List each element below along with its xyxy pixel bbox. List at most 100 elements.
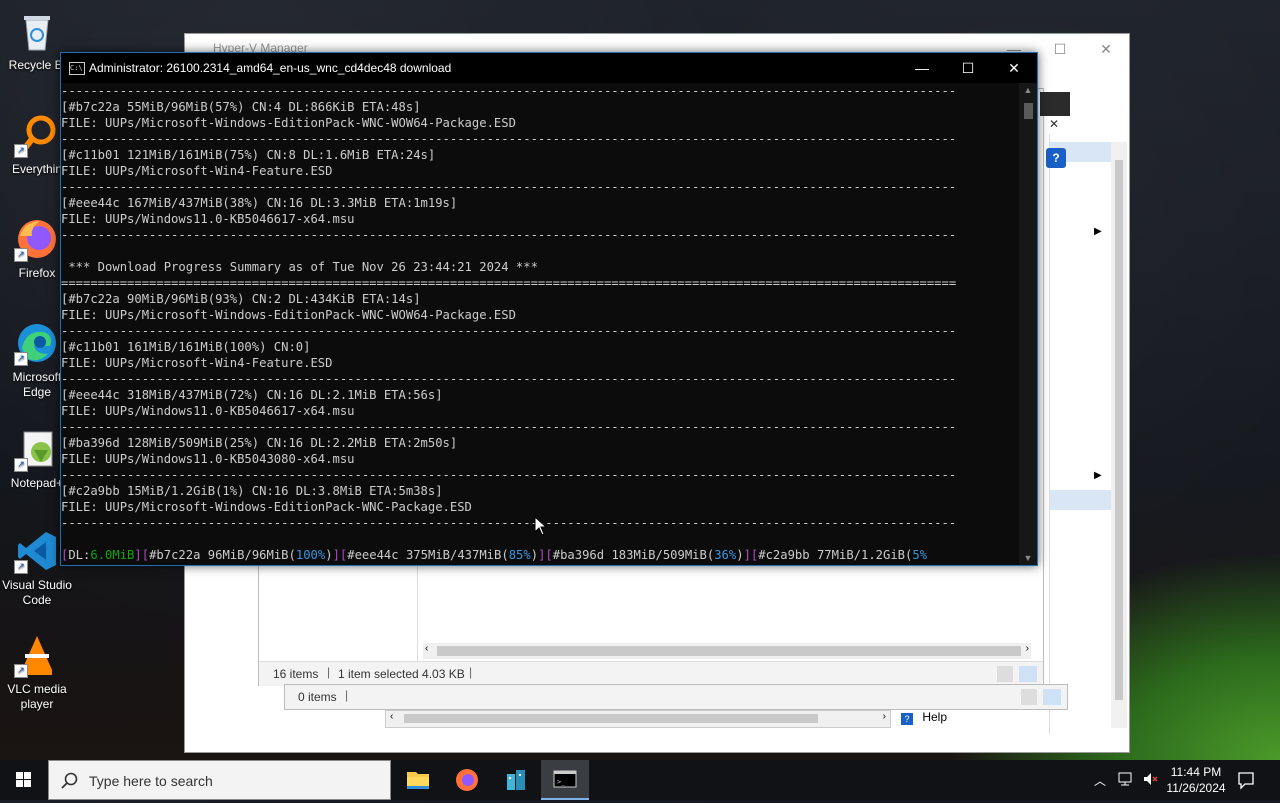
network-icon[interactable] xyxy=(1117,770,1135,791)
minimize-button[interactable]: — xyxy=(899,53,945,83)
clock-time: 11:44 PM xyxy=(1170,765,1222,779)
help-icon: ? xyxy=(901,713,913,725)
terminal-line: [#c11b01 161MiB/161MiB(100%) CN:0] xyxy=(61,340,311,354)
search-icon xyxy=(61,772,78,789)
terminal-line: ----------------------------------------… xyxy=(61,324,957,338)
details-view-icon[interactable] xyxy=(1021,689,1037,705)
scrollbar-thumb[interactable] xyxy=(437,646,1021,656)
status-separator: | xyxy=(345,688,349,702)
mouse-cursor-icon xyxy=(534,515,548,539)
taskbar-app-buildings[interactable] xyxy=(492,760,540,800)
terminal-line: ----------------------------------------… xyxy=(61,420,957,434)
actions-scrollbar[interactable] xyxy=(1111,142,1127,728)
search-placeholder: Type here to search xyxy=(89,773,213,789)
status-item-count: 16 items xyxy=(273,667,319,681)
terminal-line: [#eee44c 318MiB/437MiB(72%) CN:16 DL:2.1… xyxy=(61,388,443,402)
command-prompt-icon: C:\ xyxy=(69,62,85,75)
scrollbar-thumb[interactable] xyxy=(1024,103,1033,119)
shortcut-arrow-icon: ↗ xyxy=(14,560,28,574)
progress-size: 183MiB/509MiB xyxy=(611,548,707,562)
progress-id: #eee44c xyxy=(347,548,399,562)
terminal-line: [#b7c22a 55MiB/96MiB(57%) CN:4 DL:866KiB… xyxy=(61,100,421,114)
notepad-plus-icon: ↗ xyxy=(14,426,60,472)
terminal-line: [#c2a9bb 15MiB/1.2GiB(1%) CN:16 DL:3.8Mi… xyxy=(61,484,443,498)
notifications-icon[interactable] xyxy=(1236,770,1256,793)
actions-pane: ▶ ▶ xyxy=(1049,134,1112,734)
terminal-title-bar[interactable]: C:\ Administrator: 26100.2314_amd64_en-u… xyxy=(61,53,1037,83)
terminal-line: FILE: UUPs/Windows11.0-KB5046617-x64.msu xyxy=(61,212,355,226)
terminal-line: ----------------------------------------… xyxy=(61,84,957,98)
explorer-hscrollbar[interactable]: ‹ › xyxy=(423,643,1031,659)
recycle-bin-icon xyxy=(14,8,60,54)
scroll-down-icon[interactable]: ▼ xyxy=(1019,553,1037,563)
progress-size: 375MiB/437MiB xyxy=(405,548,502,562)
chevron-up-icon[interactable]: ︿ xyxy=(1094,772,1106,789)
firefox-icon xyxy=(456,769,478,791)
scrollbar-thumb[interactable] xyxy=(404,714,818,723)
expand-arrow-icon[interactable]: ▶ xyxy=(1094,470,1102,481)
large-icons-view-icon[interactable] xyxy=(1019,666,1037,682)
terminal-line: ----------------------------------------… xyxy=(61,372,957,386)
scroll-up-icon[interactable]: ▲ xyxy=(1019,85,1037,95)
terminal-line: FILE: UUPs/Microsoft-Windows-EditionPack… xyxy=(61,500,472,514)
details-view-icon[interactable] xyxy=(997,666,1013,682)
shortcut-arrow-icon: ↗ xyxy=(14,248,28,262)
firefox-icon: ↗ xyxy=(14,216,60,262)
taskbar-file-explorer[interactable] xyxy=(394,760,442,800)
help-label: Help xyxy=(922,710,948,724)
terminal-line: ----------------------------------------… xyxy=(61,180,957,194)
expand-arrow-icon[interactable]: ▶ xyxy=(1094,226,1102,237)
scrollbar-thumb[interactable] xyxy=(1115,160,1123,700)
taskbar-firefox[interactable] xyxy=(443,760,491,800)
secondary-status-bar: 0 items | xyxy=(284,684,1068,710)
desktop-icon-label: Visual Studio Code xyxy=(2,578,72,607)
close-button[interactable]: ✕ xyxy=(1083,34,1129,64)
progress-id: #b7c22a xyxy=(149,548,201,562)
start-button[interactable] xyxy=(0,760,48,800)
help-item[interactable]: ? Help xyxy=(899,710,1109,730)
progress-pct: 100% xyxy=(295,548,326,562)
status-separator: | xyxy=(469,665,473,679)
close-pane-icon: ✕ xyxy=(1049,117,1060,131)
terminal-line: [#b7c22a 90MiB/96MiB(93%) CN:2 DL:434KiB… xyxy=(61,292,421,306)
large-icons-view-icon[interactable] xyxy=(1043,689,1061,705)
terminal-line: ----------------------------------------… xyxy=(61,228,957,242)
taskbar-clock[interactable]: 11:44 PM 11/26/2024 xyxy=(1160,764,1232,796)
horizontal-scrollbar[interactable]: ‹ › xyxy=(385,710,891,728)
progress-id: #c2a9bb xyxy=(758,548,810,562)
maximize-button[interactable]: ☐ xyxy=(945,53,991,83)
terminal-line: [#ba396d 128MiB/509MiB(25%) CN:16 DL:2.2… xyxy=(61,436,458,450)
terminal-line: ----------------------------------------… xyxy=(61,132,957,146)
terminal-line: ========================================… xyxy=(61,276,957,290)
terminal-window[interactable]: C:\ Administrator: 26100.2314_amd64_en-u… xyxy=(60,52,1038,566)
terminal-scrollbar[interactable]: ▲ ▼ xyxy=(1019,83,1037,565)
taskbar-command-prompt[interactable]: >_ xyxy=(541,760,589,800)
status-item-count: 0 items xyxy=(298,690,337,704)
building-app-icon xyxy=(507,770,525,790)
scroll-left-icon[interactable]: ‹ xyxy=(425,643,428,654)
scroll-right-icon[interactable]: › xyxy=(1026,643,1029,654)
terminal-line: [#eee44c 167MiB/437MiB(38%) CN:16 DL:3.3… xyxy=(61,196,458,210)
shortcut-arrow-icon: ↗ xyxy=(14,144,28,158)
command-prompt-icon: >_ xyxy=(553,770,577,788)
terminal-line: FILE: UUPs/Microsoft-Win4-Feature.ESD xyxy=(61,356,333,370)
help-question-icon[interactable]: ? xyxy=(1046,148,1066,168)
terminal-line: [#c11b01 121MiB/161MiB(75%) CN:8 DL:1.6M… xyxy=(61,148,436,162)
volume-muted-icon[interactable] xyxy=(1142,770,1160,791)
file-explorer-icon xyxy=(407,772,429,789)
terminal-output[interactable]: ----------------------------------------… xyxy=(61,83,1019,565)
vscode-icon: ↗ xyxy=(14,528,60,574)
shortcut-arrow-icon: ↗ xyxy=(14,352,28,366)
explorer-status-bar: 16 items | 1 item selected 4.03 KB | xyxy=(259,661,1043,686)
close-button[interactable]: ✕ xyxy=(991,53,1037,83)
scroll-left-icon[interactable]: ‹ xyxy=(390,711,393,722)
terminal-line: FILE: UUPs/Windows11.0-KB5043080-x64.msu xyxy=(61,452,355,466)
clock-date: 11/26/2024 xyxy=(1166,781,1226,795)
taskbar-search-box[interactable]: Type here to search xyxy=(48,760,391,800)
scroll-right-icon[interactable]: › xyxy=(883,711,886,722)
desktop-icon-vlc[interactable]: ↗ VLC media player xyxy=(0,632,74,712)
terminal-window-title: Administrator: 26100.2314_amd64_en-us_wn… xyxy=(89,61,452,75)
pane-divider xyxy=(417,565,418,661)
maximize-button[interactable]: ☐ xyxy=(1037,34,1083,64)
